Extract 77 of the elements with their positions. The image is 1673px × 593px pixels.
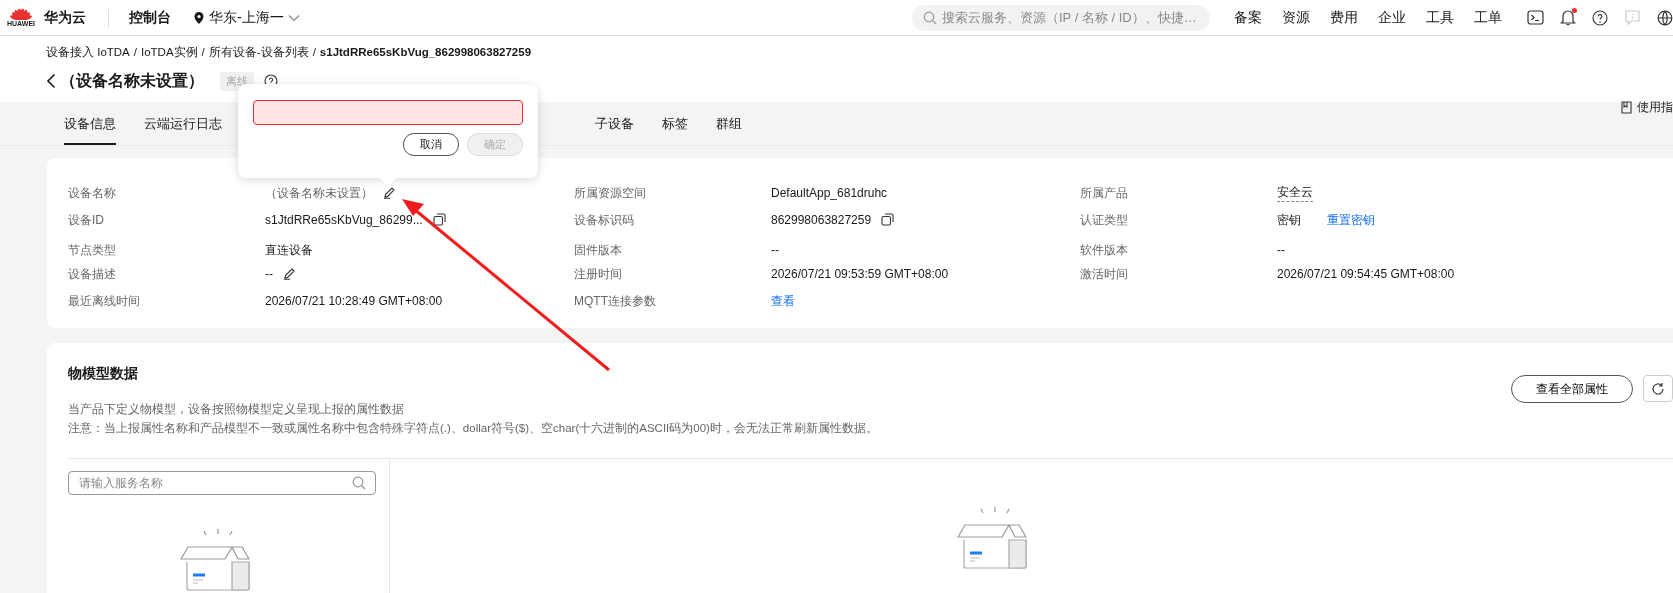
breadcrumb-link[interactable]: IoTDA实例 bbox=[141, 44, 198, 62]
field-value: 2026/07/21 09:54:45 GMT+08:00 bbox=[1277, 265, 1455, 283]
search-icon bbox=[923, 10, 937, 25]
back-icon[interactable] bbox=[46, 73, 56, 90]
search-icon bbox=[352, 476, 366, 490]
breadcrumb-current: s1JtdRRe65sKbVug_862998063827259 bbox=[319, 45, 532, 60]
reset-key-link[interactable]: 重置密钥 bbox=[1327, 210, 1375, 229]
edit-icon[interactable] bbox=[283, 267, 296, 280]
cancel-button[interactable]: 取消 bbox=[403, 133, 459, 156]
help-icon[interactable] bbox=[1592, 9, 1608, 26]
field-value: 862998063827259 bbox=[771, 211, 872, 229]
book-icon bbox=[1621, 100, 1632, 114]
name-input[interactable] bbox=[253, 100, 523, 125]
tab[interactable]: 子设备 bbox=[595, 113, 634, 145]
nav-link[interactable]: 工具 bbox=[1426, 7, 1454, 28]
terminal-icon[interactable] bbox=[1527, 10, 1544, 25]
view-all-button[interactable]: 查看全部属性 bbox=[1511, 375, 1633, 403]
service-search-field[interactable]: 请输入服务名称 bbox=[68, 471, 376, 495]
field-label: 设备描述 bbox=[68, 265, 117, 283]
nav-link[interactable]: 费用 bbox=[1330, 7, 1358, 28]
field-label: 设备名称 bbox=[68, 184, 117, 202]
page-title: （设备名称未设置） bbox=[60, 71, 204, 92]
breadcrumb-separator: / bbox=[133, 45, 137, 60]
field-value: -- bbox=[1277, 242, 1285, 259]
refresh-button[interactable] bbox=[1643, 375, 1673, 402]
view-link[interactable]: 查看 bbox=[771, 291, 795, 310]
tab[interactable]: 设备信息 bbox=[64, 113, 116, 145]
globe-icon[interactable] bbox=[1657, 9, 1673, 26]
field-value: 直连设备 bbox=[265, 242, 313, 259]
console-link[interactable]: 控制台 bbox=[129, 7, 171, 28]
field-label: 所属产品 bbox=[1080, 184, 1129, 202]
field-value: -- bbox=[771, 242, 779, 259]
field-value: 安全云 bbox=[1277, 183, 1313, 202]
chevron-down-icon[interactable] bbox=[287, 13, 300, 22]
nav-link[interactable]: 备案 bbox=[1234, 7, 1262, 28]
brand-name: 华为云 bbox=[44, 8, 86, 27]
region-selector[interactable]: 华东-上海一 bbox=[209, 7, 284, 28]
field-value: 2026/07/21 10:28:49 GMT+08:00 bbox=[265, 292, 443, 310]
field-label: 认证类型 bbox=[1080, 211, 1129, 229]
refresh-icon bbox=[1651, 381, 1665, 396]
note-text: 注意：当上报属性名称和产品模型不一致或属性名称中包含特殊字符点(.)、dollar符号($)、空char(十六进制的ASCII码为00)时，会无法正常刷新属性数据。 bbox=[68, 421, 878, 436]
field-value: s1JtdRRe65sKbVug_86299... bbox=[265, 211, 423, 229]
location-pin-icon bbox=[193, 10, 205, 25]
field-label: 最近离线时间 bbox=[68, 292, 141, 310]
field-label: 注册时间 bbox=[574, 265, 623, 283]
field-label: 所属资源空间 bbox=[574, 184, 647, 202]
note-text: 当产品下定义物模型，设备按照物模型定义呈现上报的属性数据 bbox=[68, 402, 405, 417]
field-value: 2026/07/21 09:53:59 GMT+08:00 bbox=[771, 265, 949, 283]
breadcrumb-separator: / bbox=[312, 45, 316, 60]
field-value: DefaultApp_681druhc bbox=[771, 184, 888, 202]
logo-icon bbox=[9, 7, 33, 20]
tab[interactable]: 云端运行日志 bbox=[144, 113, 222, 145]
bell-icon[interactable] bbox=[1560, 9, 1576, 26]
breadcrumb-link[interactable]: 所有设备-设备列表 bbox=[208, 44, 309, 62]
breadcrumb-separator: / bbox=[201, 45, 205, 60]
field-label: 激活时间 bbox=[1080, 265, 1129, 283]
field-label: 软件版本 bbox=[1080, 242, 1129, 259]
tab[interactable]: 标签 bbox=[662, 113, 688, 145]
tab[interactable]: 群组 bbox=[716, 113, 742, 145]
section-title: 物模型数据 bbox=[66, 364, 139, 383]
copy-icon[interactable] bbox=[881, 213, 895, 226]
nav-link[interactable]: 资源 bbox=[1282, 7, 1310, 28]
field-value: -- bbox=[265, 265, 273, 283]
field-value: 密钥 bbox=[1277, 211, 1301, 229]
edit-icon[interactable] bbox=[383, 186, 396, 199]
guide-link[interactable]: 使用指 bbox=[1637, 98, 1673, 116]
field-label: 固件版本 bbox=[574, 242, 623, 259]
copy-icon[interactable] bbox=[432, 213, 446, 226]
field-label: 设备标识码 bbox=[574, 211, 635, 229]
nav-link[interactable]: 企业 bbox=[1378, 7, 1406, 28]
field-label: MQTT连接参数 bbox=[574, 292, 657, 310]
search-field[interactable]: 搜索云服务、资源（IP / 名称 / ID）、快捷… bbox=[912, 4, 1210, 31]
nav-link[interactable]: 工单 bbox=[1474, 7, 1502, 28]
field-label: 节点类型 bbox=[68, 242, 117, 259]
field-value: （设备名称未设置） bbox=[265, 184, 373, 202]
breadcrumb-link[interactable]: 设备接入 IoTDA bbox=[46, 44, 130, 62]
field-label: 设备ID bbox=[68, 211, 105, 229]
